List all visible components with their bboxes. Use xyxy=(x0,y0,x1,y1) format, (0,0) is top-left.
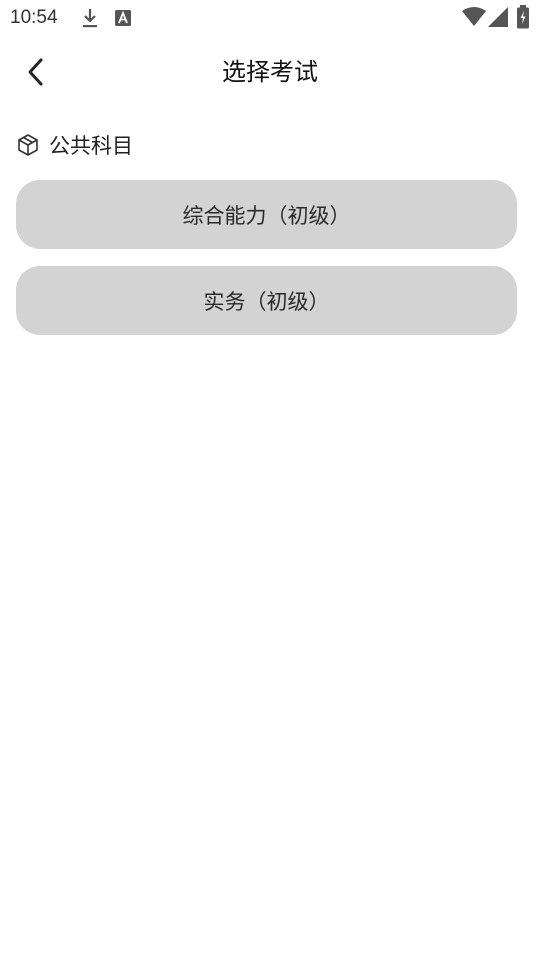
status-time: 10:54 xyxy=(10,7,58,28)
exam-option-comprehensive[interactable]: 综合能力（初级） xyxy=(16,180,517,249)
cell-signal-icon xyxy=(488,7,508,27)
cube-icon xyxy=(18,134,38,156)
back-button[interactable] xyxy=(14,50,58,94)
exam-option-practice[interactable]: 实务（初级） xyxy=(16,266,517,335)
download-icon xyxy=(83,9,97,28)
app-screen: 10:54 选择考试 公共科目 综合能力（初级） 实务（初级） xyxy=(0,0,540,960)
section-label: 公共科目 xyxy=(49,134,133,158)
text-a-icon xyxy=(115,10,131,26)
section-heading: 公共科目 xyxy=(16,128,133,162)
chevron-left-icon xyxy=(28,58,43,86)
page-title: 选择考试 xyxy=(222,58,318,86)
status-bar: 10:54 xyxy=(0,0,540,36)
battery-charging-icon xyxy=(517,5,529,29)
exam-list: 综合能力（初级） 实务（初级） xyxy=(16,180,517,352)
wifi-icon xyxy=(462,7,486,26)
exam-option-label: 实务（初级） xyxy=(203,289,330,314)
header-bar: 选择考试 xyxy=(0,36,540,108)
exam-option-label: 综合能力（初级） xyxy=(182,203,351,228)
